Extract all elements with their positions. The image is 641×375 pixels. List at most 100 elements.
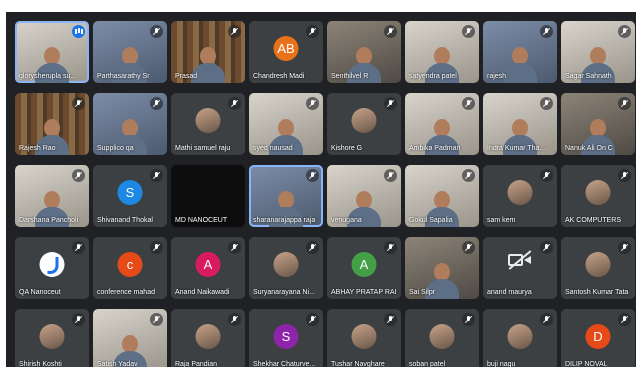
participant-tile-sharanarajappa-raja[interactable]: sharanarajappa raja — [249, 165, 323, 227]
participant-tile-glorysherupla-su[interactable]: glorysherupla su... — [15, 21, 89, 83]
participant-tile-sagar-sahnath[interactable]: Sagar Sahnath — [561, 21, 635, 83]
participant-name: Chandresh Madi — [253, 73, 305, 80]
participant-tile-soban-patel[interactable]: soban patel — [405, 309, 479, 367]
participant-tile-prasad[interactable]: Prasad — [171, 21, 245, 83]
participant-name: syed nausad — [253, 145, 293, 152]
mic-off-icon — [384, 97, 397, 110]
participant-tile-darshana-pancholi[interactable]: Darshana Pancholi — [15, 165, 89, 227]
avatar — [429, 324, 455, 349]
participant-tile-shivanand-thokal[interactable]: S Shivanand Thokal — [93, 165, 167, 227]
mic-off-icon — [462, 313, 475, 326]
participant-tile-ak-computers[interactable]: AK COMPUTERS — [561, 165, 635, 227]
participant-name: Satish Yadav — [97, 361, 138, 367]
mic-off-icon — [618, 97, 631, 110]
avatar — [195, 324, 221, 349]
avatar: A — [351, 252, 377, 277]
mic-off-icon — [384, 241, 397, 254]
participant-tile-indra-kumar-tha[interactable]: Indra Kumar Tha... — [483, 93, 557, 155]
mic-off-icon — [72, 169, 85, 182]
avatar: AB — [273, 36, 299, 61]
mic-off-icon — [462, 97, 475, 110]
participant-tile-chandresh-madi[interactable]: AB Chandresh Madi — [249, 21, 323, 83]
participant-tile-anand-maurya[interactable]: anand maurya — [483, 237, 557, 299]
participant-name: buji nagu — [487, 361, 516, 367]
participant-name: Raja Pandian — [175, 361, 218, 367]
mic-off-icon — [540, 241, 553, 254]
participant-name: sharanarajappa raja — [253, 217, 316, 224]
participant-tile-shekhar-chaturve[interactable]: S Shekhar Chaturve... — [249, 309, 323, 367]
participant-name: Nanuk Ali On C — [565, 145, 613, 152]
participant-tile-kishore-g[interactable]: Kishore G — [327, 93, 401, 155]
participant-tile-ambika-padman[interactable]: Ambika Padman — [405, 93, 479, 155]
camera-off-icon — [508, 250, 532, 270]
participant-tile-satish-yadav[interactable]: Satish Yadav — [93, 309, 167, 367]
mic-off-icon — [72, 241, 85, 254]
mic-off-icon — [618, 25, 631, 38]
mic-off-icon — [306, 25, 319, 38]
participant-name: MD NANOCEUT — [175, 217, 228, 224]
participant-tile-raja-pandian[interactable]: Raja Pandian — [171, 309, 245, 367]
mic-off-icon — [540, 25, 553, 38]
participant-name: Shekhar Chaturve... — [253, 361, 316, 367]
participant-name: Suryanarayana Ni... — [253, 289, 315, 296]
participant-tile-shirish-koshti[interactable]: Shirish Koshti — [15, 309, 89, 367]
avatar: c — [117, 252, 143, 277]
mic-off-icon — [462, 25, 475, 38]
participant-name: Parthasarathy Sr — [97, 73, 150, 80]
participant-name: QA Nanoceut — [19, 289, 61, 296]
participant-tile-conference-mahad[interactable]: c conference mahad — [93, 237, 167, 299]
participant-name: Sai Silpr — [409, 289, 436, 296]
participant-name: anand maurya — [487, 289, 532, 296]
speaking-indicator-icon — [72, 25, 85, 38]
participant-tile-satyendra-patel[interactable]: satyendra patel — [405, 21, 479, 83]
participant-tile-mathi-samuel-raju[interactable]: Mathi samuel raju — [171, 93, 245, 155]
participant-tile-dilip-noval[interactable]: D DILIP NOVAL — [561, 309, 635, 367]
participant-tile-sai-silpr[interactable]: Sai Silpr — [405, 237, 479, 299]
mic-off-icon — [384, 169, 397, 182]
participant-tile-suryanarayana-ni[interactable]: Suryanarayana Ni... — [249, 237, 323, 299]
participant-tile-gokul-sapalia[interactable]: Gokul Sapalia — [405, 165, 479, 227]
participant-tile-supplico-qa[interactable]: Supplico qa — [93, 93, 167, 155]
avatar — [39, 324, 65, 349]
participant-tile-parthasarathy-sr[interactable]: Parthasarathy Sr — [93, 21, 167, 83]
avatar — [351, 108, 377, 133]
participant-name: soban patel — [409, 361, 446, 367]
participant-tile-abhay-pratap-rai[interactable]: A ABHAY PRATAP RAI — [327, 237, 401, 299]
mic-off-icon — [618, 313, 631, 326]
avatar — [585, 252, 611, 277]
participant-tile-venugana[interactable]: venugana — [327, 165, 401, 227]
participant-tile-buji-nagu[interactable]: buji nagu — [483, 309, 557, 367]
mic-off-icon — [462, 241, 475, 254]
meeting-stage: glorysherupla su... Parthasarathy Sr Prasa… — [6, 12, 636, 367]
participant-tile-syed-nausad[interactable]: syed nausad — [249, 93, 323, 155]
mic-off-icon — [306, 169, 319, 182]
participant-name: Santosh Kumar Tata — [565, 289, 629, 296]
participant-name: venugana — [331, 217, 362, 224]
mic-off-icon — [228, 25, 241, 38]
avatar — [195, 108, 221, 133]
avatar: S — [273, 324, 299, 349]
participant-tile-nanuk-ali-on-c[interactable]: Nanuk Ali On C — [561, 93, 635, 155]
participant-name: rajesh — [487, 73, 507, 80]
participant-name: glorysherupla su... — [19, 73, 77, 80]
participant-name: ABHAY PRATAP RAI — [331, 289, 397, 296]
participant-tile-rajesh[interactable]: rajesh — [483, 21, 557, 83]
participant-name: satyendra patel — [409, 73, 457, 80]
participant-tile-anand-naikawadi[interactable]: A Anand Naikawadi — [171, 237, 245, 299]
participant-name: DILIP NOVAL — [565, 361, 608, 367]
participant-tile-senthilvel-r[interactable]: Senthilvel R — [327, 21, 401, 83]
participant-tile-md-nanoceut[interactable]: MD NANOCEUT — [171, 165, 245, 227]
mic-off-icon — [228, 97, 241, 110]
participant-name: Ambika Padman — [409, 145, 461, 152]
mic-off-icon — [540, 169, 553, 182]
participant-name: Tushar Navghare — [331, 361, 385, 367]
participant-tile-rajesh-rao[interactable]: Rajesh Rao — [15, 93, 89, 155]
avatar: S — [117, 180, 143, 205]
participant-tile-tushar-navghare[interactable]: Tushar Navghare — [327, 309, 401, 367]
participant-tile-sam-kem[interactable]: sam kem — [483, 165, 557, 227]
participant-tile-santosh-kumar-tata[interactable]: Santosh Kumar Tata — [561, 237, 635, 299]
participant-tile-qa-nanoceut[interactable]: QA Nanoceut — [15, 237, 89, 299]
participant-name: Kishore G — [331, 145, 363, 152]
participant-name: Supplico qa — [97, 145, 134, 152]
participant-name: Mathi samuel raju — [175, 145, 231, 152]
